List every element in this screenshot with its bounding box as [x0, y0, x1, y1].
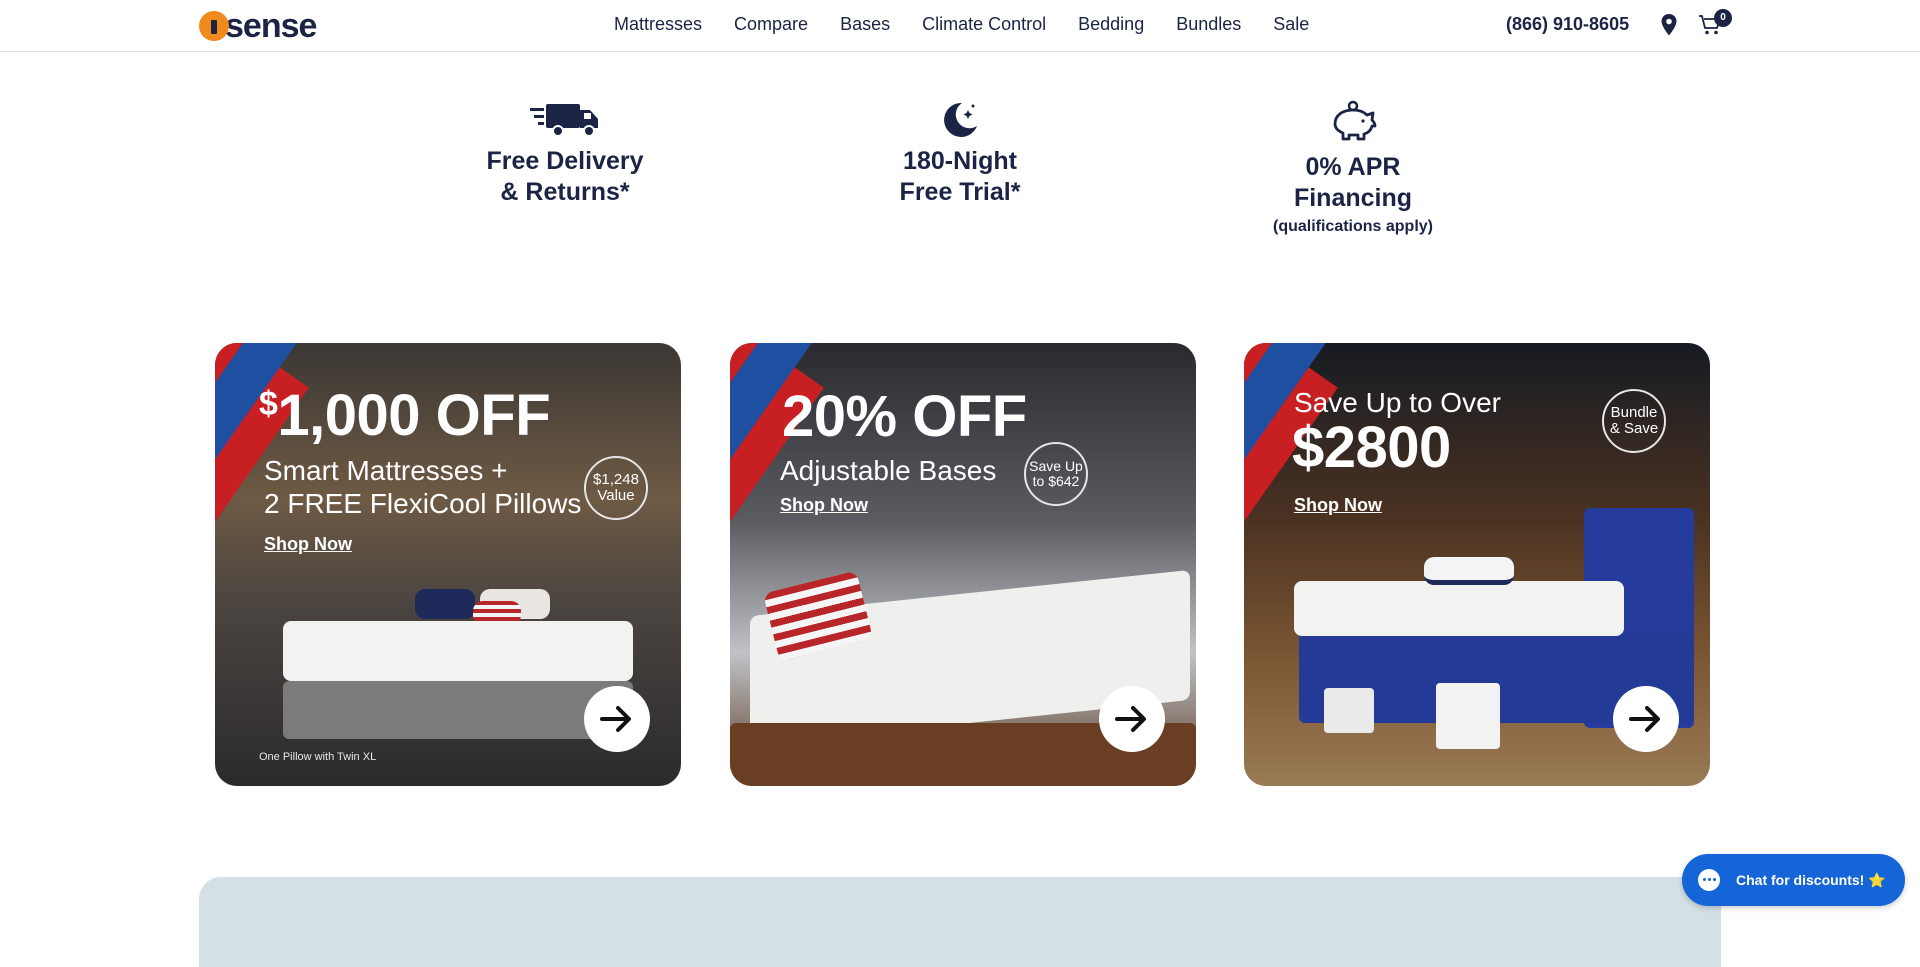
promo2-badge-line1: Save Up: [1029, 458, 1083, 474]
accessory-box-image: [1324, 688, 1374, 733]
pillow-image: [415, 589, 475, 619]
chat-button[interactable]: Chat for discounts! ⭐: [1682, 854, 1905, 906]
arrow-right-icon: [1629, 706, 1660, 732]
pillow-image: [1424, 557, 1514, 585]
mattress-image: [1294, 581, 1624, 636]
promo2-sub1: Adjustable Bases: [780, 455, 997, 486]
chat-label: Chat for discounts! ⭐: [1736, 871, 1886, 888]
accessory-box-image: [1436, 683, 1500, 749]
next-section-panel: [199, 877, 1721, 967]
chat-bubble-icon: [1698, 869, 1720, 891]
promo3-shop-now-link[interactable]: Shop Now: [1294, 495, 1382, 516]
promo1-badge-line1: $1,248: [593, 471, 639, 488]
nav-bedding[interactable]: Bedding: [1078, 14, 1144, 35]
location-pin-icon[interactable]: [1660, 14, 1678, 36]
cart-count-badge: 0: [1714, 9, 1732, 27]
feature-delivery-line1: Free Delivery: [486, 147, 644, 175]
promo1-headline: 1,000 OFF: [277, 383, 551, 448]
feature-trial-line1: 180-Night: [903, 147, 1017, 175]
promo2-savings-badge: Save Up to $642: [1024, 442, 1088, 506]
promo3-badge-line1: Bundle: [1610, 404, 1658, 421]
promo1-shop-now-link[interactable]: Shop Now: [264, 534, 352, 555]
feature-free-delivery: Free Delivery & Returns*: [470, 100, 660, 208]
nav-bundles[interactable]: Bundles: [1176, 14, 1241, 35]
promo3-arrow-button[interactable]: [1613, 686, 1679, 752]
bed-base-image: [283, 681, 633, 739]
main-nav: Mattresses Compare Bases Climate Control…: [614, 14, 1341, 35]
promo1-arrow-button[interactable]: [584, 686, 650, 752]
feature-financing-note: (qualifications apply): [1272, 218, 1433, 235]
promo-card-smart-mattresses[interactable]: $1,000 OFF Smart Mattresses + 2 FREE Fle…: [215, 343, 681, 786]
arrow-right-icon: [1115, 706, 1146, 732]
feature-trial-line2: Free Trial*: [899, 178, 1021, 206]
moon-icon: [944, 102, 977, 137]
feature-financing-line1: 0% APR: [1305, 153, 1401, 181]
promo1-badge-line2: Value: [597, 487, 635, 504]
arrow-right-icon: [600, 706, 631, 732]
promo-card-bundles[interactable]: Save Up to Over $2800 Shop Now Bundle & S…: [1244, 343, 1710, 786]
nav-mattresses[interactable]: Mattresses: [614, 14, 702, 35]
nav-compare[interactable]: Compare: [734, 14, 808, 35]
promo3-headline: $2800: [1292, 415, 1451, 480]
logo-mark: [199, 11, 229, 41]
promo1-headline-wrap: $1,000 OFF: [259, 385, 551, 445]
logo-text: sense: [225, 7, 317, 45]
promo1-sub2: 2 FREE FlexiCool Pillows: [264, 488, 582, 519]
feature-delivery-line2: & Returns*: [500, 178, 630, 206]
promo1-value-badge: $1,248 Value: [584, 456, 648, 520]
piggy-bank-icon: [1333, 100, 1377, 141]
promo1-sub1: Smart Mattresses +: [264, 455, 508, 486]
promo3-bundle-badge: Bundle & Save: [1602, 389, 1666, 453]
site-header: sense Mattresses Compare Bases Climate C…: [0, 0, 1920, 52]
promo2-headline: 20% OFF: [782, 384, 1027, 449]
delivery-truck-icon: [530, 104, 598, 137]
phone-link[interactable]: (866) 910-8605: [1506, 14, 1629, 35]
promo2-arrow-button[interactable]: [1099, 686, 1165, 752]
feature-free-trial: 180-Night Free Trial*: [860, 100, 1060, 208]
nav-climate-control[interactable]: Climate Control: [922, 14, 1046, 35]
feature-financing-line2: Financing: [1293, 184, 1413, 212]
promo2-shop-now-link[interactable]: Shop Now: [780, 495, 868, 516]
promo-card-adjustable-bases[interactable]: 20% OFF Adjustable Bases Shop Now Save U…: [730, 343, 1196, 786]
feature-financing: 0% APR Financing (qualifications apply): [1253, 100, 1453, 236]
promo3-badge-line2: & Save: [1609, 420, 1659, 437]
mattress-image: [283, 621, 633, 681]
nav-sale[interactable]: Sale: [1273, 14, 1309, 35]
nav-bases[interactable]: Bases: [840, 14, 890, 35]
promo1-currency: $: [259, 385, 278, 423]
logo[interactable]: sense: [199, 7, 317, 45]
promo2-badge-line2: to $642: [1032, 473, 1080, 489]
promo1-fineprint: One Pillow with Twin XL: [259, 751, 377, 763]
